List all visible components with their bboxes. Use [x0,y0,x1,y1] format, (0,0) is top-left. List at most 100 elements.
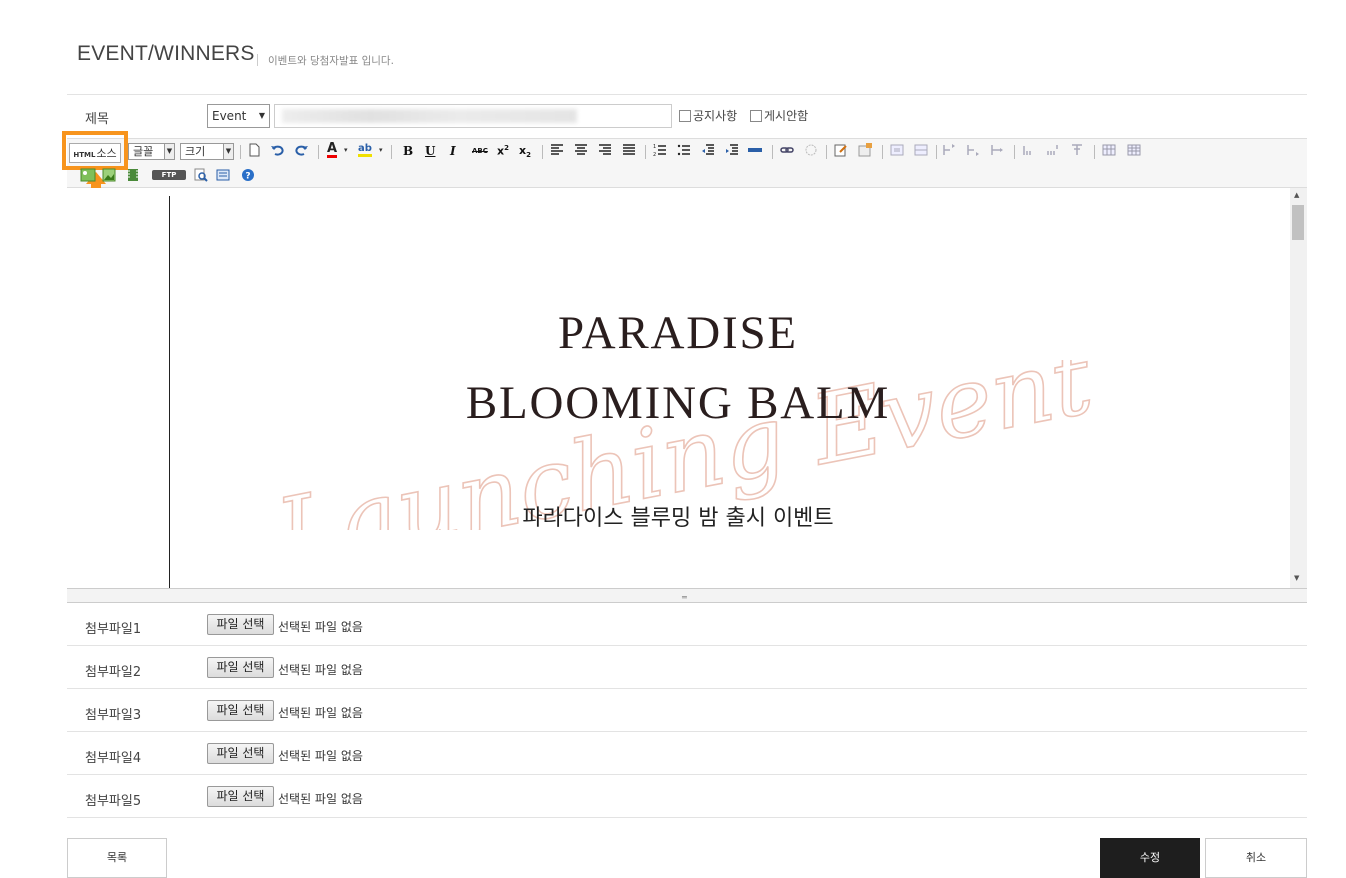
scroll-up-icon[interactable]: ▲ [1294,191,1299,199]
resize-grip-icon[interactable]: ═ [682,593,687,602]
divider [67,688,1307,689]
toolbar-separator [826,145,827,159]
media-icon[interactable] [126,168,140,182]
ftp-label: FTP [161,171,177,179]
size-label: 크기 [185,145,206,158]
scrollbar-thumb[interactable] [1292,205,1304,240]
hide-label: 게시안함 [764,109,809,123]
table-cell-icon[interactable] [890,143,904,157]
toolbar-separator [936,145,937,159]
image-icon[interactable] [102,168,116,182]
chevron-down-icon: ▼ [223,144,233,159]
ftp-button[interactable]: FTP [152,170,186,180]
chevron-down-icon: ▼ [164,144,174,159]
subject-text-blurred [282,109,577,123]
highlight-box [62,131,128,170]
hide-checkbox[interactable] [750,110,762,122]
toolbar-separator [542,145,543,159]
divider [67,817,1307,818]
file-status-2: 선택된 파일 없음 [278,663,363,677]
delete-row-icon[interactable] [1070,143,1084,157]
search-icon[interactable] [194,168,208,182]
link-icon[interactable] [780,143,794,157]
toolbar-separator [772,145,773,159]
preview-icon[interactable] [216,168,230,182]
cancel-button[interactable]: 취소 [1205,838,1307,878]
subscript-icon[interactable]: x2 [519,144,531,159]
page-title: EVENT/WINNERS [77,42,255,65]
toolbar-separator [645,145,646,159]
list-button[interactable]: 목록 [67,838,167,878]
svg-text:1: 1 [653,144,656,150]
help-icon[interactable]: ? [241,168,255,182]
chevron-down-icon[interactable]: ▾ [379,146,383,154]
table-icon[interactable] [1102,143,1116,157]
chevron-down-icon: ▼ [255,105,269,127]
insert-row-icon[interactable] [966,143,980,157]
unordered-list-icon[interactable] [677,143,691,157]
highlight-color-icon[interactable]: ab [358,143,372,157]
indent-icon[interactable] [725,143,739,157]
split-cell-icon[interactable] [990,143,1004,157]
strikethrough-icon[interactable]: ABC [472,147,488,155]
insert-column-icon[interactable] [942,143,956,157]
align-right-icon[interactable] [598,143,612,157]
edit-button[interactable]: 수정 [1100,838,1200,878]
toolbar-separator [391,145,392,159]
banner-title-line2: BLOOMING BALM [465,377,891,429]
file-select-button-2[interactable]: 파일 선택 [207,657,274,678]
superscript-icon[interactable]: x2 [497,144,509,158]
image-upload-icon[interactable] [80,168,96,182]
edit-document-icon[interactable] [834,143,848,157]
file-status-5: 선택된 파일 없음 [278,792,363,806]
file-select-button-1[interactable]: 파일 선택 [207,614,274,635]
file-select-button-4[interactable]: 파일 선택 [207,743,274,764]
size-select[interactable]: 크기 ▼ [180,143,234,160]
italic-icon[interactable]: I [450,144,456,158]
align-left-icon[interactable] [550,143,564,157]
banner-title-line1: PARADISE [558,307,798,359]
align-center-icon[interactable] [574,143,588,157]
outdent-icon[interactable] [701,143,715,157]
file-status-4: 선택된 파일 없음 [278,749,363,763]
table-row-icon[interactable] [914,143,928,157]
file-select-button-5[interactable]: 파일 선택 [207,786,274,807]
ordered-list-icon[interactable]: 12 [653,143,667,157]
unlink-icon[interactable] [804,143,818,157]
font-label: 글꼴 [133,145,154,158]
chevron-down-icon[interactable]: ▾ [344,146,348,154]
table-properties-icon[interactable] [1127,143,1141,157]
underline-icon[interactable]: U [425,144,435,158]
editor-scrollbar[interactable] [1290,188,1307,588]
toolbar-separator [240,145,241,159]
undo-icon[interactable] [270,143,284,157]
font-select[interactable]: 글꼴 ▼ [128,143,175,160]
category-selected: Event [212,109,247,123]
new-document-icon[interactable] [247,143,261,157]
banner-subtitle: 파라다이스 블루밍 밤 출시 이벤트 [522,506,834,531]
toolbar-separator [318,145,319,159]
notice-checkbox[interactable] [679,110,691,122]
text-cursor [169,196,170,588]
redo-icon[interactable] [295,143,309,157]
font-color-icon[interactable]: A [327,142,338,158]
insert-image-icon[interactable] [858,143,872,157]
merge-cells-icon[interactable] [1022,143,1036,157]
toolbar-separator [1014,145,1015,159]
page-subtitle: 이벤트와 당첨자발표 입니다. [268,55,394,67]
attachment-label-5: 첨부파일5 [85,794,142,809]
editor-resize-handle[interactable] [67,589,1307,603]
horizontal-rule-icon[interactable] [748,143,762,157]
file-status-1: 선택된 파일 없음 [278,620,363,634]
category-select[interactable]: Event ▼ [207,104,270,128]
divider [67,645,1307,646]
notice-label: 공지사항 [693,109,738,123]
file-status-3: 선택된 파일 없음 [278,706,363,720]
bold-icon[interactable]: B [403,144,413,158]
delete-column-icon[interactable] [1046,143,1060,157]
file-select-button-3[interactable]: 파일 선택 [207,700,274,721]
svg-text:?: ? [245,172,250,182]
align-justify-icon[interactable] [622,143,636,157]
attachment-label-1: 첨부파일1 [85,622,142,637]
scroll-down-icon[interactable]: ▼ [1294,574,1299,582]
